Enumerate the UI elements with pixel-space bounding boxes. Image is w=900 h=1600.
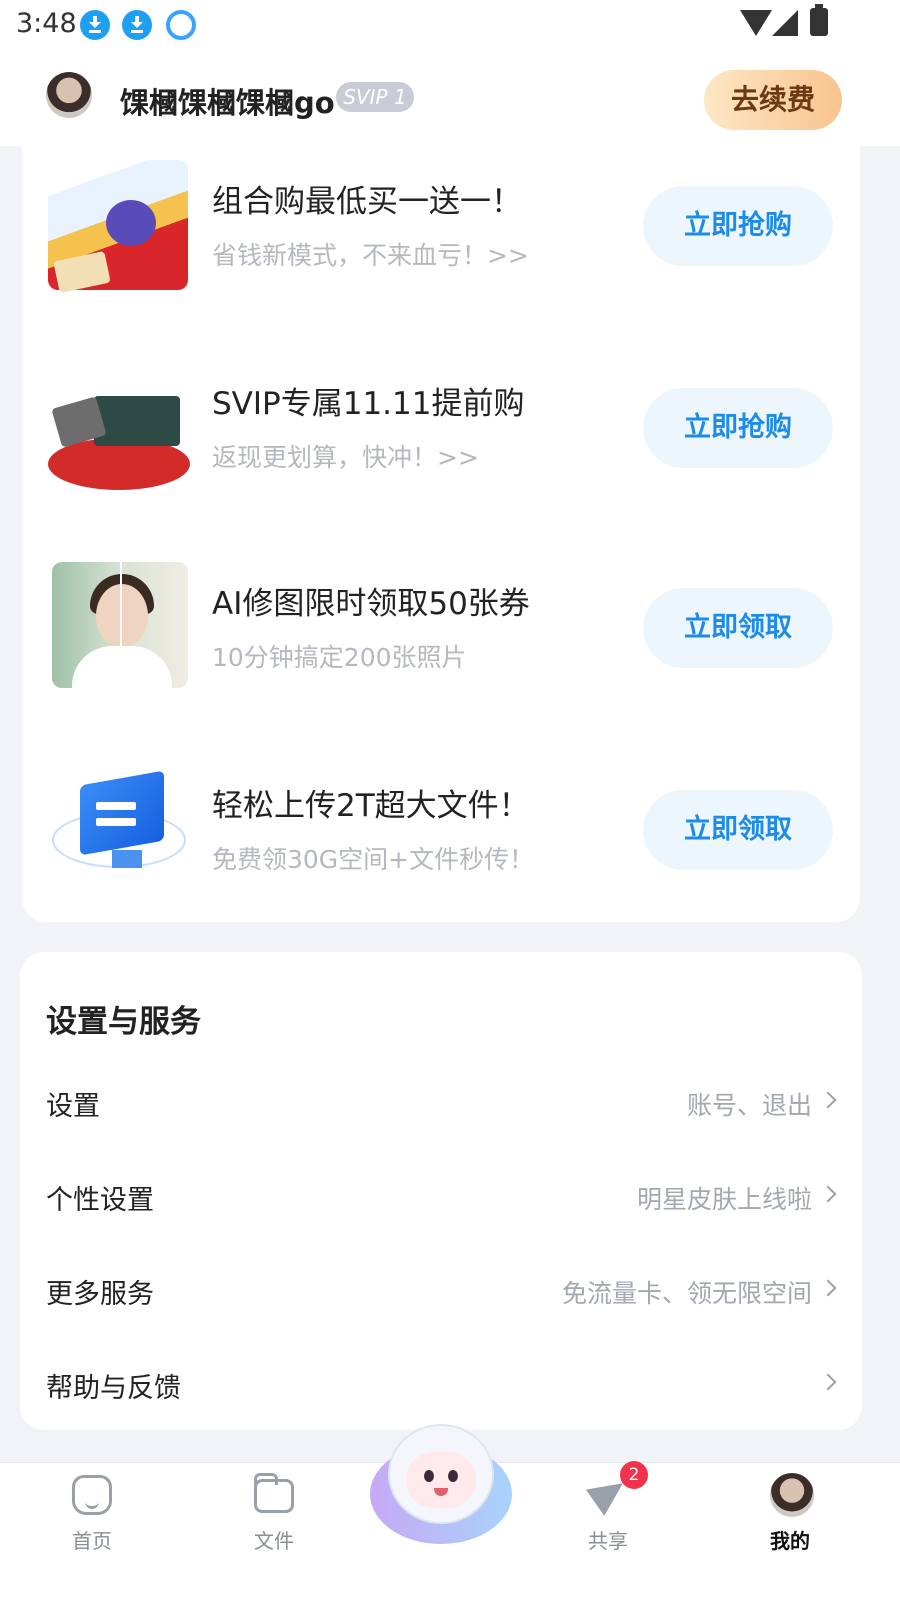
nav-label: 共享 [588, 1529, 628, 1553]
promo-products-image [48, 362, 190, 492]
promo-subtitle: 省钱新模式，不来血亏！>> [212, 241, 529, 270]
promo-subtitle: 免费领30G空间+文件秒传！ [212, 845, 535, 874]
settings-row-label: 设置 [46, 1091, 100, 1122]
promo-item-ai-retouch[interactable]: AI修图限时领取50张券 10分钟搞定200张照片 立即领取 [22, 562, 860, 722]
share-badge: 2 [620, 1461, 648, 1489]
promo-photo-image [52, 562, 188, 688]
promo-buy-button[interactable]: 立即抢购 [643, 186, 833, 266]
promo-title: AI修图限时领取50张券 [212, 586, 530, 622]
chevron-right-icon [819, 1279, 837, 1297]
promo-title: SVIP专属11.11提前购 [212, 386, 525, 422]
settings-row-label: 更多服务 [46, 1279, 154, 1310]
settings-row-settings[interactable]: 设置 账号、退出 [20, 1054, 862, 1148]
promo-title: 轻松上传2T超大文件！ [212, 788, 530, 824]
promo-title: 组合购最低买一送一！ [212, 184, 522, 220]
nav-me[interactable]: 我的 [730, 1463, 850, 1573]
chevron-right-icon [819, 1091, 837, 1109]
home-icon [72, 1475, 112, 1515]
promo-item-upload[interactable]: 轻松上传2T超大文件！ 免费领30G空间+文件秒传！ 立即领取 [22, 764, 860, 924]
promo-item-svip-presale[interactable]: SVIP专属11.11提前购 返现更划算，快冲！>> 立即抢购 [22, 362, 860, 522]
nav-home[interactable]: 首页 [32, 1463, 152, 1573]
settings-row-hint: 账号、退出 [686, 1091, 812, 1120]
settings-row-personalize[interactable]: 个性设置 明星皮肤上线啦 [20, 1148, 862, 1242]
settings-row-hint: 明星皮肤上线啦 [636, 1185, 812, 1214]
promo-claim-button[interactable]: 立即领取 [643, 588, 833, 668]
promo-buy-button[interactable]: 立即抢购 [643, 388, 833, 468]
promo-claim-button[interactable]: 立即领取 [643, 790, 833, 870]
status-bar: 3:48 [0, 0, 900, 50]
renew-button[interactable]: 去续费 [704, 70, 842, 130]
promo-item-bundle[interactable]: 组合购最低买一送一！ 省钱新模式，不来血亏！>> 立即抢购 [22, 160, 860, 320]
settings-row-hint: 免流量卡、领无限空间 [561, 1279, 812, 1308]
battery-icon [810, 4, 828, 36]
promo-subtitle: 返现更划算，快冲！>> [212, 443, 479, 472]
nav-files[interactable]: 文件 [214, 1463, 334, 1573]
download-icon [80, 10, 110, 40]
download-icon [122, 10, 152, 40]
username[interactable]: 馃槶馃槶馃槶go [120, 80, 335, 122]
promo-card: 组合购最低买一送一！ 省钱新模式，不来血亏！>> 立即抢购 SVIP专属11.1… [22, 146, 860, 922]
svip-badge[interactable]: SVIP 1 [336, 82, 414, 112]
cellular-icon [772, 10, 798, 36]
cloud-app-icon [166, 10, 196, 40]
folder-icon [254, 1473, 294, 1513]
profile-header: 馃槶馃槶馃槶go SVIP 1 去续费 [0, 50, 900, 146]
chevron-right-icon [819, 1373, 837, 1391]
settings-row-label: 帮助与反馈 [46, 1373, 181, 1404]
settings-card: 设置与服务 设置 账号、退出 个性设置 明星皮肤上线啦 更多服务 免流量卡、领无… [20, 952, 862, 1430]
nav-label: 文件 [254, 1529, 294, 1553]
settings-row-help[interactable]: 帮助与反馈 [20, 1336, 862, 1430]
avatar[interactable] [46, 72, 92, 118]
chevron-right-icon [819, 1185, 837, 1203]
promo-gift-image [48, 160, 188, 294]
status-time: 3:48 [16, 8, 77, 39]
avatar [770, 1473, 814, 1517]
nav-label: 我的 [770, 1529, 810, 1553]
nav-share[interactable]: 共享 [548, 1463, 668, 1573]
nav-label: 首页 [72, 1529, 112, 1553]
promo-computer-image [48, 764, 188, 894]
settings-title: 设置与服务 [46, 1004, 201, 1040]
settings-row-more-services[interactable]: 更多服务 免流量卡、领无限空间 [20, 1242, 862, 1336]
settings-row-label: 个性设置 [46, 1185, 154, 1216]
mascot-button[interactable] [370, 1424, 512, 1552]
promo-subtitle: 10分钟搞定200张照片 [212, 643, 467, 672]
wifi-icon [740, 10, 772, 36]
